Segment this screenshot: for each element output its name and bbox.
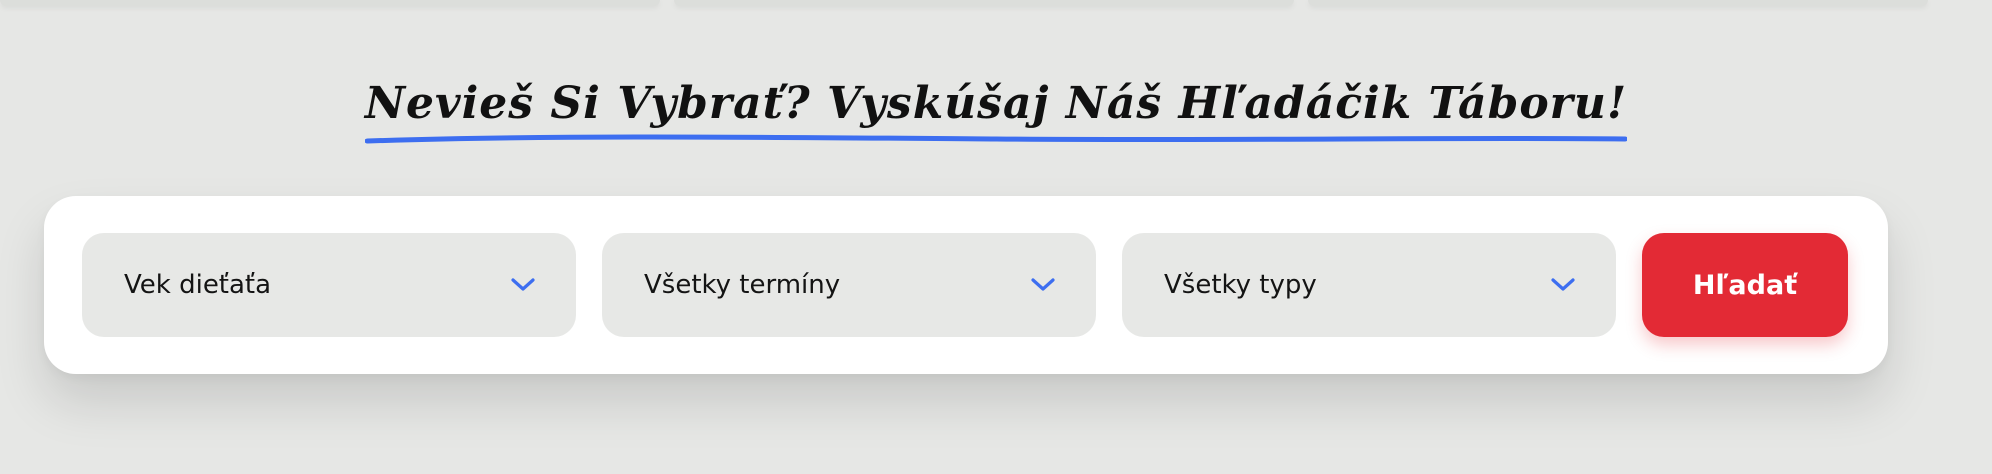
filter-select-dates[interactable]: Všetky termíny	[602, 233, 1096, 337]
page-title: Nevieš Si Vybrať? Vyskúšaj Náš Hľadáčik …	[364, 78, 1628, 147]
headline-section: Nevieš Si Vybrať? Vyskúšaj Náš Hľadáčik …	[0, 78, 1992, 147]
chevron-down-icon	[1550, 277, 1576, 293]
search-button[interactable]: Hľadať	[1642, 233, 1848, 337]
filter-select-label: Všetky typy	[1164, 270, 1317, 300]
top-edge-segment	[674, 0, 1294, 6]
title-underline	[364, 134, 1628, 144]
top-section-edge	[0, 0, 1992, 8]
chevron-down-icon	[510, 277, 536, 293]
top-edge-segment	[1308, 0, 1928, 6]
camp-finder-card: Vek dieťaťa Všetky termíny Všetky typy H…	[44, 196, 1888, 374]
chevron-down-icon	[1030, 277, 1056, 293]
page-title-text: Nevieš Si Vybrať? Vyskúšaj Náš Hľadáčik …	[364, 78, 1628, 129]
filter-select-label: Všetky termíny	[644, 270, 841, 300]
top-edge-segment	[0, 0, 660, 6]
filter-select-child-age[interactable]: Vek dieťaťa	[82, 233, 576, 337]
filter-select-types[interactable]: Všetky typy	[1122, 233, 1616, 337]
filter-select-label: Vek dieťaťa	[124, 270, 272, 300]
